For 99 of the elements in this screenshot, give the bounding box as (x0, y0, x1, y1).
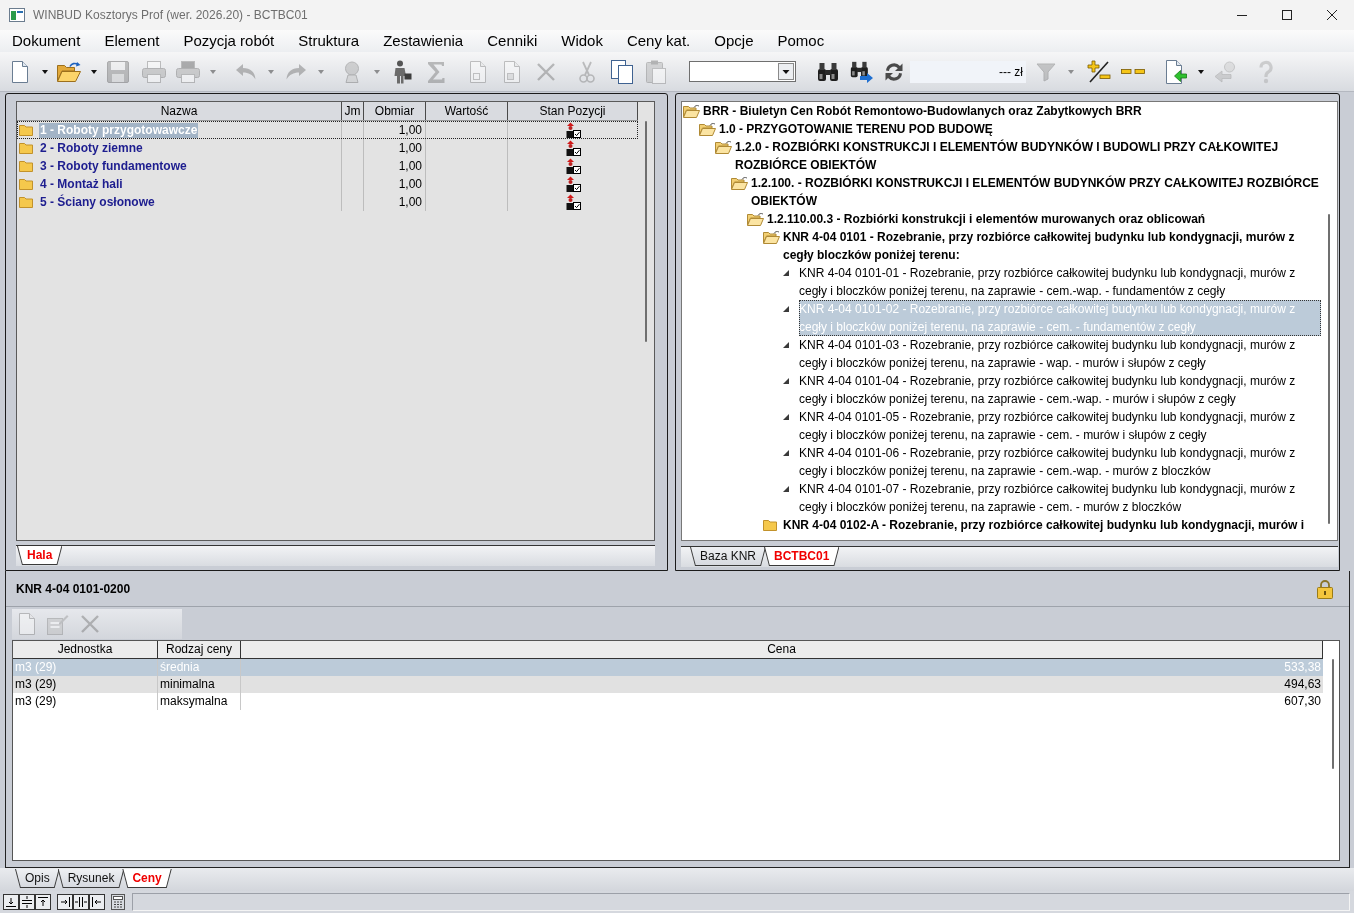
tab[interactable]: BCTBC01 (764, 547, 840, 566)
tree-item[interactable]: 1.0 - PRZYGOTOWANIE TERENU POD BUDOWĘ (719, 120, 993, 138)
tree-item[interactable]: KNR 4-04 0101-05 - Rozebranie, przy rozbiórce całkowitej budynku lub kondygnacji, murów z cegły i bloczków poniżej terenu, na zaprawie - cem. - murów i słupów z cegły (799, 408, 1321, 444)
binoculars-arrow-icon[interactable] (850, 60, 874, 83)
open-folder-icon[interactable] (56, 60, 82, 83)
document-arrow-icon[interactable] (1165, 59, 1187, 84)
table-cell[interactable]: 494,63 (241, 676, 1323, 693)
tab[interactable]: Ceny (122, 869, 172, 888)
double-minus-icon[interactable] (1121, 69, 1145, 74)
calculator-icon[interactable] (111, 894, 125, 910)
window-title: WINBUD Kosztorys Prof (wer. 2026.20) - BCTBC01 (33, 8, 308, 22)
triangle-icon (783, 414, 789, 420)
tree-item[interactable]: BRR - Biuletyn Cen Robót Remontowo-Budowlanych oraz Zabytkowych BRR (703, 102, 1142, 120)
worker-check-icon (565, 140, 581, 156)
combo-box[interactable] (689, 61, 796, 82)
folder-icon (19, 160, 33, 172)
row-name[interactable]: 2 - Roboty ziemne (39, 140, 144, 156)
row-name[interactable]: 3 - Roboty fundamentowe (39, 158, 188, 174)
menu-item[interactable]: Opcje (702, 30, 766, 52)
menu-item[interactable]: Pozycja robót (171, 30, 287, 52)
tab[interactable]: Baza KNR (690, 547, 767, 566)
menu-item[interactable]: Element (92, 30, 172, 52)
padlock-icon[interactable] (1316, 578, 1334, 599)
worker-check-icon (565, 122, 581, 138)
table-cell: 1,00 (364, 175, 426, 193)
folder-icon (19, 178, 33, 190)
menu-item[interactable]: Zestawienia (371, 30, 476, 52)
record-title: KNR 4-04 0101-0200 (16, 581, 131, 596)
column-header[interactable]: Cena (241, 641, 1323, 658)
binoculars-icon[interactable] (817, 61, 839, 82)
triangle-icon (783, 306, 789, 312)
worker-check-icon (565, 194, 581, 210)
column-header[interactable]: Nazwa (17, 102, 342, 120)
scrollbar-thumb[interactable] (1332, 659, 1334, 769)
table-cell[interactable]: m3 (29) (13, 693, 158, 710)
bottom-bar-icon[interactable] (3, 894, 19, 910)
row-name[interactable]: 5 - Ściany osłonowe (39, 194, 156, 210)
table-cell: 1,00 (364, 193, 426, 211)
middle-bars-icon[interactable] (19, 894, 35, 910)
menu-item[interactable]: Widok (549, 30, 615, 52)
table-cell[interactable]: maksymalna (158, 693, 241, 710)
menu-item[interactable]: Ceny kat. (614, 30, 703, 52)
column-header[interactable]: Jm (342, 102, 364, 120)
tab[interactable]: Opis (15, 869, 60, 888)
plus-minus-icon[interactable] (1087, 59, 1111, 84)
tree-item[interactable]: KNR 4-04 0101-03 - Rozebranie, przy rozbiórce całkowitej budynku lub kondygnacji, murów z cegły i bloczków poniżej terenu, na zaprawie - wap. - murów i słupów z cegły (799, 336, 1321, 372)
folder-icon (19, 196, 33, 208)
tree-item[interactable]: 1.2.0 - ROZBIÓRKI KONSTRUKCJI I ELEMENTÓW BUDYNKÓW I BUDOWLI PRZY CAŁKOWITEJ ROZBIÓRCE OBIEKTÓW (735, 138, 1321, 174)
triangle-icon (783, 450, 789, 456)
caret-icon[interactable] (91, 69, 97, 74)
center-bars-icon[interactable] (73, 894, 89, 910)
caret-icon[interactable] (42, 69, 48, 74)
menu-item[interactable]: Pomoc (765, 30, 837, 52)
document-icon[interactable] (11, 60, 29, 83)
tree-item[interactable]: KNR 4-04 0101-07 - Rozebranie, przy rozbiórce całkowitej budynku lub kondygnacji, murów z cegły i bloczków poniżej terenu, na zaprawie - cem. - murów z bloczków (799, 480, 1321, 516)
row-name[interactable]: 4 - Montaż hali (39, 176, 124, 192)
table-cell[interactable]: m3 (29) (13, 676, 158, 693)
close-icon[interactable] (1326, 10, 1337, 20)
app-icon (9, 8, 25, 22)
triangle-icon (783, 378, 789, 384)
column-header[interactable]: Rodzaj ceny (158, 641, 241, 658)
column-header[interactable]: Stan Pozycji (508, 102, 638, 120)
menu-item[interactable]: Struktura (286, 30, 372, 52)
tree-item[interactable]: KNR 4-04 0101-01 - Rozebranie, przy rozbiórce całkowitej budynku lub kondygnacji, murów z cegły i bloczków poniżej terenu, na zaprawie - cem.-wap. - fundamentów z cegły (799, 264, 1321, 300)
left-bar-icon[interactable] (89, 894, 105, 910)
maximize-icon[interactable] (1281, 10, 1292, 20)
column-header[interactable]: Obmiar (364, 102, 426, 120)
refresh-icon[interactable] (883, 60, 905, 83)
triangle-icon (783, 342, 789, 348)
tree-item[interactable]: KNR 4-04 0101-04 - Rozebranie, przy rozbiórce całkowitej budynku lub kondygnacji, murów z cegły i bloczków poniżej terenu, na zaprawie - cem.-wap. - murów i słupów z cegły (799, 372, 1321, 408)
worker-check-icon (565, 158, 581, 174)
triangle-icon (783, 486, 789, 492)
column-header[interactable]: Jednostka (13, 641, 158, 658)
right-bar-icon[interactable] (57, 894, 73, 910)
scrollbar-thumb[interactable] (1328, 214, 1330, 524)
menu-item[interactable]: Cenniki (475, 30, 550, 52)
tab[interactable]: Rysunek (57, 869, 125, 888)
scrollbar-thumb[interactable] (645, 121, 647, 342)
tree-item[interactable]: 1.2.110.00.3 - Rozbiórki konstrukcji i elementów murowanych oraz oblicowań (767, 210, 1206, 228)
column-header[interactable]: Wartość (426, 102, 508, 120)
minimize-icon[interactable] (1236, 14, 1247, 16)
menu-item[interactable]: Dokument (0, 30, 93, 52)
tab[interactable]: Hala (17, 546, 63, 565)
table-cell[interactable]: minimalna (158, 676, 241, 693)
copy-icon[interactable] (611, 59, 633, 84)
table-cell: 1,00 (364, 121, 426, 139)
folder-icon (19, 142, 33, 154)
tree-item[interactable]: KNR 4-04 0102-A - Rozebranie, przy rozbiórce całkowitej budynku lub kondygnacji, murów i (783, 516, 1304, 534)
folder-icon (19, 124, 33, 136)
table-cell: 1,00 (364, 157, 426, 175)
worker-check-icon (565, 176, 581, 192)
tree-item[interactable]: KNR 4-04 0101 - Rozebranie, przy rozbiórce całkowitej budynku lub kondygnacji, murów z cegły bloczków poniżej terenu: (783, 228, 1321, 264)
tree-item[interactable]: 1.2.100. - ROZBIÓRKI KONSTRUKCJI I ELEMENTÓW BUDYNKÓW PRZY CAŁKOWITEJ ROZBIÓRCE OBIEKTÓW (751, 174, 1321, 210)
table-cell: 1,00 (364, 139, 426, 157)
tree-item[interactable]: KNR 4-04 0101-06 - Rozebranie, przy rozbiórce całkowitej budynku lub kondygnacji, murów z cegły i bloczków poniżej terenu, na zaprawie - cem.-wap. - murów z bloczków (799, 444, 1321, 480)
price-field[interactable]: --- zł (910, 60, 1026, 83)
top-bar-icon[interactable] (35, 894, 51, 910)
triangle-icon (783, 270, 789, 276)
caret-icon[interactable] (1198, 69, 1204, 74)
